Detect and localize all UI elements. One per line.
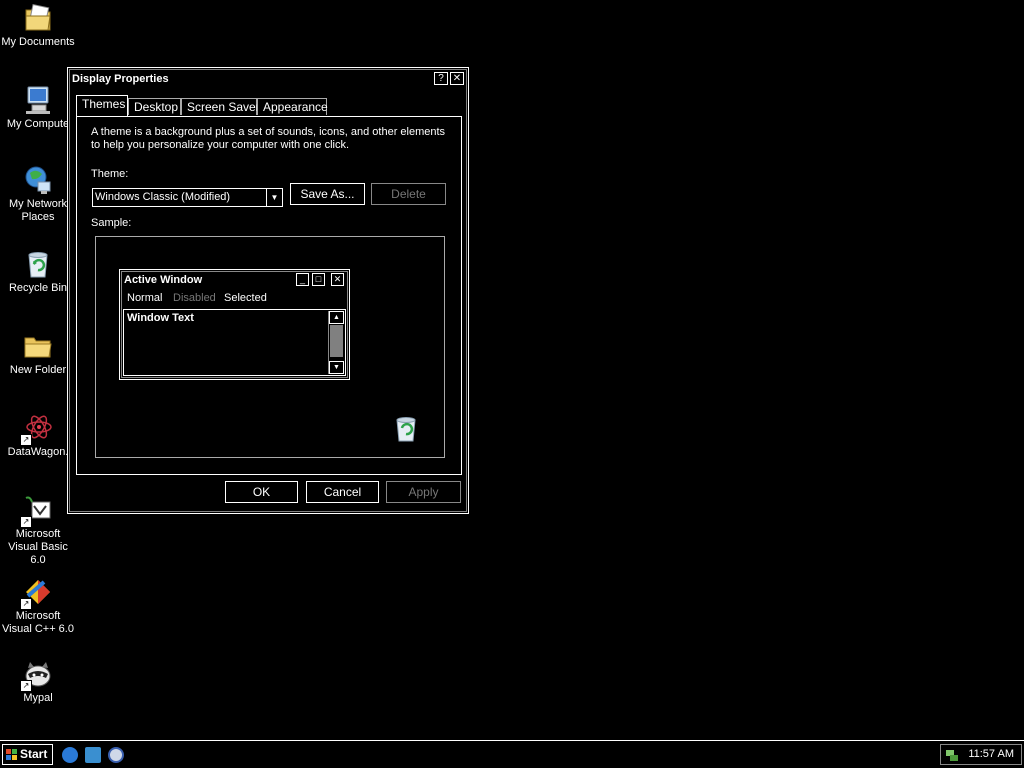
desktop-icon-new-folder[interactable]: New Folder [0,330,76,377]
apply-button[interactable]: Apply [386,481,461,503]
tab-desktop[interactable]: Desktop [128,98,181,115]
clock: 11:57 AM [968,748,1014,760]
theme-description: A theme is a background plus a set of so… [91,126,446,151]
desktop-icon-label: Microsoft Visual C++ 6.0 [2,610,74,635]
taskbar: Start 11:57 AM [0,740,1024,768]
datawagon-icon: ↗ [20,412,54,446]
sample-active-window: Active Window _ □ ✕ Normal Disabled Sele… [119,269,350,380]
recycle-bin-icon [392,415,420,443]
sample-menu-disabled: Disabled [173,292,216,304]
shortcut-arrow-icon: ↗ [20,680,32,692]
shortcut-arrow-icon: ↗ [20,434,32,446]
desktop-icon-label: Recycle Bin [8,282,68,294]
visual-basic-icon: ↗ [20,494,54,528]
system-tray: 11:57 AM [940,744,1022,765]
windows-flag-icon [6,749,17,760]
visual-cpp-icon: ↗ [20,576,54,610]
theme-dropdown[interactable]: Windows Classic (Modified) ▼ [92,188,283,207]
desktop-icon-my-documents[interactable]: My Documents [0,2,76,49]
desktop-icon-label: My Compute [6,118,70,130]
sample-window-text: Window Text [127,312,194,324]
desktop-icon-visual-cpp[interactable]: ↗ Microsoft Visual C++ 6.0 [0,576,76,636]
theme-label: Theme: [91,168,129,180]
desktop-icon-label: DataWagon. [7,446,69,458]
save-as-button[interactable]: Save As... [290,183,365,205]
sample-label: Sample: [91,217,132,229]
desktop-icon-label: My Documents [1,36,75,48]
desktop-icon-visual-basic[interactable]: ↗ Microsoft Visual Basic 6.0 [0,494,76,567]
mypal-icon: ↗ [20,658,54,692]
scroll-down-icon: ▼ [329,361,344,374]
folder-icon [22,330,54,362]
desktop-icon-label: My Network Places [8,198,68,223]
recycle-bin-icon [22,248,54,280]
scroll-thumb [330,325,343,357]
ok-button[interactable]: OK [225,481,298,503]
desktop-icon-datawagon[interactable]: ↗ DataWagon. [0,412,76,459]
media-player-icon[interactable] [108,747,124,763]
desktop-icon-label: New Folder [9,364,67,376]
shortcut-arrow-icon: ↗ [20,516,32,528]
network-tray-icon[interactable] [945,748,959,762]
desktop-icon-label: Microsoft Visual Basic 6.0 [8,528,68,566]
desktop-icon-label: Mypal [23,692,53,704]
my-documents-icon [22,2,54,34]
tab-themes[interactable]: Themes [76,95,128,116]
sample-menu-normal: Normal [127,292,163,304]
close-button[interactable]: ✕ [450,72,464,85]
close-icon: ✕ [331,273,344,286]
shortcut-arrow-icon: ↗ [20,598,32,610]
internet-explorer-icon[interactable] [62,747,78,763]
scroll-up-icon: ▲ [329,311,344,324]
outlook-express-icon[interactable] [85,747,101,763]
tab-screen-saver[interactable]: Screen Saver [181,98,260,115]
chevron-down-icon[interactable]: ▼ [266,189,282,206]
sample-client-area: Window Text ▲ ▼ [123,309,346,376]
cancel-button[interactable]: Cancel [306,481,379,503]
maximize-icon: □ [312,273,325,286]
theme-dropdown-value: Windows Classic (Modified) [95,191,231,203]
delete-button[interactable]: Delete [371,183,446,205]
help-button[interactable]: ? [434,72,448,85]
minimize-icon: _ [296,273,309,286]
desktop-icon-recycle-bin[interactable]: Recycle Bin [0,248,76,295]
desktop-icon-network-places[interactable]: My Network Places [0,164,76,224]
dialog-titlebar[interactable]: Display Properties ? ✕ [71,71,465,89]
start-label: Start [20,747,48,761]
theme-sample-preview: Active Window _ □ ✕ Normal Disabled Sele… [95,236,445,458]
network-places-icon [22,164,54,196]
sample-window-title: Active Window [124,274,203,286]
display-properties-dialog: Display Properties ? ✕ Themes Desktop Sc… [67,67,469,514]
tab-appearance[interactable]: Appearance [257,98,328,115]
my-computer-icon [22,84,54,116]
desktop-icon-mypal[interactable]: ↗ Mypal [0,658,76,705]
sample-scrollbar: ▲ ▼ [328,311,344,374]
dialog-title: Display Properties [72,73,169,85]
themes-tab-panel: A theme is a background plus a set of so… [76,116,462,475]
sample-menu-selected: Selected [224,292,267,304]
desktop-icon-my-computer[interactable]: My Compute [0,84,76,131]
start-button[interactable]: Start [2,744,53,765]
